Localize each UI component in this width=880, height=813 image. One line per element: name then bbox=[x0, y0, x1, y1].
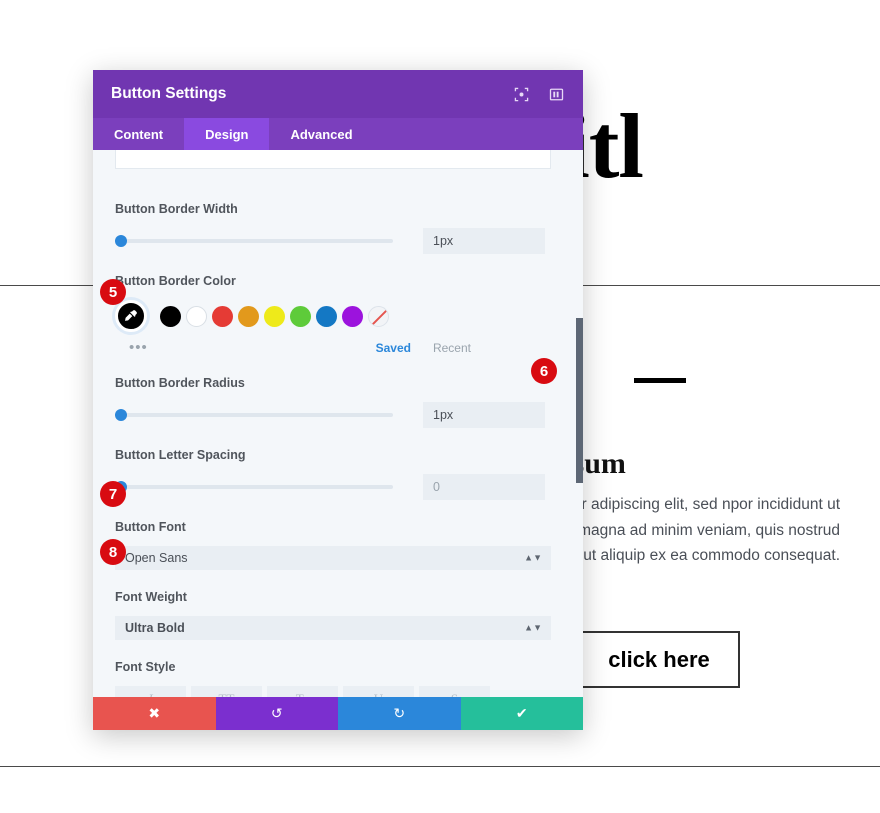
field-font-style: Font Style I TT Tт U S bbox=[115, 660, 561, 697]
border-width-label: Button Border Width bbox=[115, 202, 238, 216]
border-width-value[interactable]: 1px bbox=[423, 228, 545, 254]
modal-scrollbar-thumb[interactable] bbox=[576, 318, 583, 483]
swatch-orange[interactable] bbox=[238, 305, 259, 327]
border-radius-slider-knob[interactable] bbox=[115, 409, 127, 421]
callout-badge-6: 6 bbox=[531, 358, 557, 384]
screenshot-root: on Titl Lorum ipsum lor sit amet, consec… bbox=[0, 0, 880, 813]
field-letter-spacing: Button Letter Spacing 0 bbox=[115, 448, 561, 500]
callout-badge-5: 5 bbox=[100, 279, 126, 305]
button-font-label: Button Font bbox=[115, 520, 186, 534]
border-radius-value[interactable]: 1px bbox=[423, 402, 545, 428]
color-swatch-row bbox=[115, 300, 561, 332]
button-font-value: Open Sans bbox=[125, 551, 188, 565]
fullscreen-icon[interactable] bbox=[513, 86, 530, 103]
swatch-white[interactable] bbox=[186, 305, 207, 327]
letter-spacing-value[interactable]: 0 bbox=[423, 474, 545, 500]
swatch-purple[interactable] bbox=[342, 305, 363, 327]
swatch-red[interactable] bbox=[212, 305, 233, 327]
swatch-black[interactable] bbox=[160, 305, 181, 327]
cancel-button[interactable]: ✖ bbox=[93, 697, 216, 730]
field-border-radius: Button Border Radius 1px bbox=[115, 376, 561, 428]
swatch-transparent[interactable] bbox=[368, 305, 389, 327]
border-width-slider[interactable] bbox=[115, 235, 393, 247]
modal-header: Button Settings bbox=[93, 70, 583, 118]
border-color-label: Button Border Color bbox=[115, 274, 236, 288]
small-caps-button[interactable]: Tт bbox=[267, 686, 338, 697]
callout-badge-7: 7 bbox=[100, 481, 126, 507]
saved-colors-link[interactable]: Saved bbox=[376, 341, 411, 355]
layout-panel-icon[interactable] bbox=[548, 86, 565, 103]
uppercase-button[interactable]: TT bbox=[191, 686, 262, 697]
dash-divider bbox=[634, 378, 686, 383]
border-radius-label: Button Border Radius bbox=[115, 376, 245, 390]
letter-spacing-slider[interactable] bbox=[115, 481, 393, 493]
font-weight-select[interactable]: Ultra Bold ▲▼ bbox=[115, 616, 551, 640]
eyedropper-icon[interactable] bbox=[115, 300, 147, 332]
callout-badge-8: 8 bbox=[100, 539, 126, 565]
border-radius-slider[interactable] bbox=[115, 409, 393, 421]
tab-design[interactable]: Design bbox=[184, 118, 270, 150]
undo-button[interactable]: ↺ bbox=[215, 697, 338, 730]
italic-button[interactable]: I bbox=[115, 686, 186, 697]
font-weight-label: Font Weight bbox=[115, 590, 187, 604]
modal-header-icons bbox=[513, 86, 565, 103]
swatch-green[interactable] bbox=[290, 305, 311, 327]
underline-button[interactable]: U bbox=[343, 686, 414, 697]
more-colors-icon[interactable]: ••• bbox=[129, 340, 148, 355]
font-style-buttons: I TT Tт U S bbox=[115, 686, 561, 697]
button-settings-modal: Button Settings Content Design Advanced … bbox=[93, 70, 583, 730]
modal-footer: ✖ ↺ ↻ ✔ bbox=[93, 697, 583, 730]
strikethrough-button[interactable]: S bbox=[419, 686, 490, 697]
font-style-label: Font Style bbox=[115, 660, 176, 674]
border-width-slider-knob[interactable] bbox=[115, 235, 127, 247]
click-here-button[interactable]: click here bbox=[578, 631, 740, 688]
field-button-font: Button Font Open Sans ▲▼ bbox=[115, 520, 561, 570]
horizontal-rule-bottom bbox=[0, 766, 880, 767]
swatch-meta-row: ••• Saved Recent bbox=[115, 340, 561, 356]
button-font-select[interactable]: Open Sans ▲▼ bbox=[115, 546, 551, 570]
redo-button[interactable]: ↻ bbox=[338, 697, 461, 730]
swatch-yellow[interactable] bbox=[264, 305, 285, 327]
chevron-updown-icon: ▲▼ bbox=[524, 552, 542, 563]
modal-body: Button Border Width 1px Button Border Co… bbox=[93, 150, 583, 697]
field-border-color: Button Border Color ••• Saved Recent bbox=[115, 274, 561, 356]
save-button[interactable]: ✔ bbox=[460, 697, 583, 730]
field-font-weight: Font Weight Ultra Bold ▲▼ bbox=[115, 590, 561, 640]
field-border-width: Button Border Width 1px bbox=[115, 170, 561, 254]
modal-title: Button Settings bbox=[111, 85, 227, 102]
swatch-blue[interactable] bbox=[316, 305, 337, 327]
tab-advanced[interactable]: Advanced bbox=[269, 118, 373, 150]
font-weight-value: Ultra Bold bbox=[125, 621, 185, 635]
modal-tabs: Content Design Advanced bbox=[93, 118, 583, 150]
chevron-updown-icon: ▲▼ bbox=[524, 622, 542, 633]
clipped-input-field[interactable] bbox=[115, 150, 551, 169]
recent-colors-link[interactable]: Recent bbox=[433, 341, 471, 355]
letter-spacing-label: Button Letter Spacing bbox=[115, 448, 246, 462]
tab-content[interactable]: Content bbox=[93, 118, 184, 150]
